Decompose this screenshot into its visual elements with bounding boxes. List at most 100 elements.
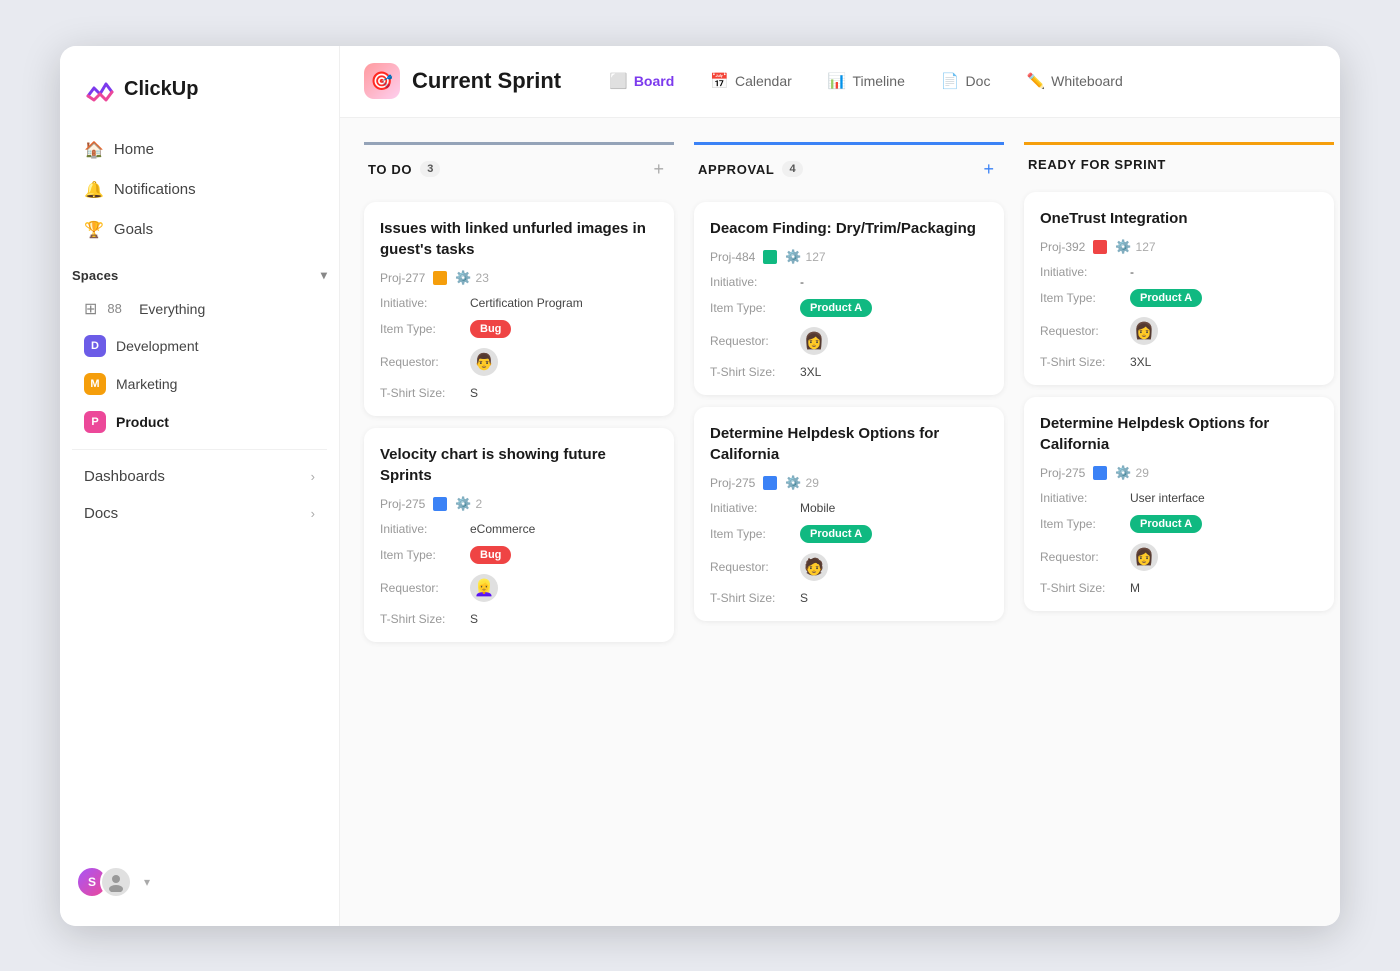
chevron-right-icon-2: › [311, 506, 315, 521]
tab-timeline[interactable]: 📊 Timeline [812, 64, 921, 98]
card-points-approval-2: ⚙️ 29 [785, 475, 819, 491]
board-tab-icon: ⬜ [609, 72, 628, 90]
card-meta-ready-1: Proj-392 ⚙️ 127 [1040, 239, 1318, 255]
card-itemtype-todo-2: Item Type: Bug [380, 546, 658, 564]
card-initiative-ready-2: Initiative: User interface [1040, 491, 1318, 505]
main-header: 🎯 Current Sprint ⬜ Board 📅 Calendar 📊 Ti… [340, 46, 1340, 118]
card-tshirt-approval-1: T-Shirt Size: 3XL [710, 365, 988, 379]
tab-calendar[interactable]: 📅 Calendar [694, 64, 808, 98]
sidebar-item-home[interactable]: 🏠 Home [72, 130, 327, 170]
card-tshirt-todo-1: T-Shirt Size: S [380, 386, 658, 400]
requestor-avatar-todo-2: 👱‍♀️ [470, 574, 498, 602]
avatar-person [100, 866, 132, 898]
sidebar-item-development[interactable]: D Development [72, 327, 327, 365]
column-approval: APPROVAL 4 + Deacom Finding: Dry/Trim/Pa… [694, 142, 1004, 621]
sprint-icon: 🎯 [364, 63, 400, 99]
card-initiative-approval-2: Initiative: Mobile [710, 501, 988, 515]
sidebar-item-dashboards[interactable]: Dashboards › [72, 458, 327, 495]
card-approval-1[interactable]: Deacom Finding: Dry/Trim/Packaging Proj-… [694, 202, 1004, 395]
main-content: 🎯 Current Sprint ⬜ Board 📅 Calendar 📊 Ti… [340, 46, 1340, 926]
card-approval-2[interactable]: Determine Helpdesk Options for Californi… [694, 407, 1004, 621]
tab-whiteboard-label: Whiteboard [1051, 73, 1123, 89]
card-title-ready-1: OneTrust Integration [1040, 208, 1318, 229]
card-initiative-todo-1: Initiative: Certification Program [380, 296, 658, 310]
app-window: ClickUp 🏠 Home 🔔 Notifications 🏆 Goals S… [60, 46, 1340, 926]
sidebar-item-notifications-label: Notifications [114, 181, 196, 198]
column-header-left-ready: READY FOR SPRINT [1028, 157, 1166, 172]
card-proj-approval-1: Proj-484 [710, 250, 755, 264]
card-todo-1[interactable]: Issues with linked unfurled images in gu… [364, 202, 674, 416]
card-requestor-approval-2: Requestor: 🧑 [710, 553, 988, 581]
tab-board-label: Board [634, 73, 674, 89]
card-requestor-todo-2: Requestor: 👱‍♀️ [380, 574, 658, 602]
avatar-stack: S [76, 866, 132, 898]
flag-icon-todo-2 [433, 497, 447, 511]
item-type-tag-todo-2: Bug [470, 546, 511, 564]
card-itemtype-ready-1: Item Type: Product A [1040, 289, 1318, 307]
sidebar-item-goals[interactable]: 🏆 Goals [72, 210, 327, 250]
card-ready-1[interactable]: OneTrust Integration Proj-392 ⚙️ 127 Ini… [1024, 192, 1334, 385]
column-header-approval: APPROVAL 4 + [694, 142, 1004, 190]
points-icon-3: ⚙️ [785, 249, 801, 265]
sidebar-item-everything-label: Everything [139, 301, 205, 317]
card-meta-ready-2: Proj-275 ⚙️ 29 [1040, 465, 1318, 481]
card-tshirt-ready-2: T-Shirt Size: M [1040, 581, 1318, 595]
whiteboard-tab-icon: ✏️ [1026, 72, 1045, 90]
card-tshirt-todo-2: T-Shirt Size: S [380, 612, 658, 626]
card-proj-ready-2: Proj-275 [1040, 466, 1085, 480]
column-todo: TO DO 3 + Issues with linked unfurled im… [364, 142, 674, 642]
sidebar-item-notifications[interactable]: 🔔 Notifications [72, 170, 327, 210]
card-initiative-approval-1: Initiative: - [710, 275, 988, 289]
sidebar-nav: 🏠 Home 🔔 Notifications 🏆 Goals [60, 130, 339, 250]
sidebar-item-home-label: Home [114, 141, 154, 158]
card-title-ready-2: Determine Helpdesk Options for Californi… [1040, 413, 1318, 455]
doc-tab-icon: 📄 [941, 72, 960, 90]
app-name: ClickUp [124, 78, 198, 101]
card-requestor-ready-2: Requestor: 👩 [1040, 543, 1318, 571]
logo[interactable]: ClickUp [60, 46, 339, 130]
points-icon-4: ⚙️ [785, 475, 801, 491]
card-title-approval-2: Determine Helpdesk Options for Californi… [710, 423, 988, 465]
card-title-approval-1: Deacom Finding: Dry/Trim/Packaging [710, 218, 988, 239]
flag-icon-todo-1 [433, 271, 447, 285]
requestor-avatar-approval-2: 🧑 [800, 553, 828, 581]
sidebar-item-goals-label: Goals [114, 221, 153, 238]
flag-icon-ready-1 [1093, 240, 1107, 254]
tab-calendar-label: Calendar [735, 73, 792, 89]
card-initiative-ready-1: Initiative: - [1040, 265, 1318, 279]
spaces-list: ⊞ 88 Everything D Development M Marketin… [60, 291, 339, 441]
column-count-approval: 4 [782, 161, 802, 177]
add-card-approval-button[interactable]: + [977, 157, 1000, 182]
add-card-todo-button[interactable]: + [647, 157, 670, 182]
requestor-avatar-ready-2: 👩 [1130, 543, 1158, 571]
card-todo-2[interactable]: Velocity chart is showing future Sprints… [364, 428, 674, 642]
points-icon-6: ⚙️ [1115, 465, 1131, 481]
sidebar-item-product[interactable]: P Product [72, 403, 327, 441]
spaces-section-label: Spaces ▾ [60, 250, 339, 291]
sidebar-item-marketing[interactable]: M Marketing [72, 365, 327, 403]
card-proj-todo-1: Proj-277 [380, 271, 425, 285]
sidebar-item-docs[interactable]: Docs › [72, 495, 327, 532]
user-profile[interactable]: S ▾ [60, 854, 339, 910]
user-chevron-icon: ▾ [144, 875, 150, 889]
card-proj-ready-1: Proj-392 [1040, 240, 1085, 254]
tab-whiteboard[interactable]: ✏️ Whiteboard [1010, 64, 1138, 98]
tab-doc-label: Doc [966, 73, 991, 89]
everything-count: 88 [107, 301, 129, 316]
card-ready-2[interactable]: Determine Helpdesk Options for Californi… [1024, 397, 1334, 611]
calendar-tab-icon: 📅 [710, 72, 729, 90]
page-title: Current Sprint [412, 68, 561, 94]
tab-board[interactable]: ⬜ Board [593, 64, 690, 98]
sidebar-item-everything[interactable]: ⊞ 88 Everything [72, 291, 327, 327]
card-itemtype-approval-1: Item Type: Product A [710, 299, 988, 317]
person-icon [106, 872, 126, 892]
tab-doc[interactable]: 📄 Doc [925, 64, 1007, 98]
item-type-tag-approval-2: Product A [800, 525, 872, 543]
chevron-down-icon: ▾ [321, 268, 327, 282]
header-title-group: 🎯 Current Sprint [364, 63, 561, 99]
card-points-ready-2: ⚙️ 29 [1115, 465, 1149, 481]
sidebar-extra-nav: Dashboards › Docs › [60, 458, 339, 532]
item-type-tag-todo-1: Bug [470, 320, 511, 338]
card-points-ready-1: ⚙️ 127 [1115, 239, 1155, 255]
flag-icon-ready-2 [1093, 466, 1107, 480]
